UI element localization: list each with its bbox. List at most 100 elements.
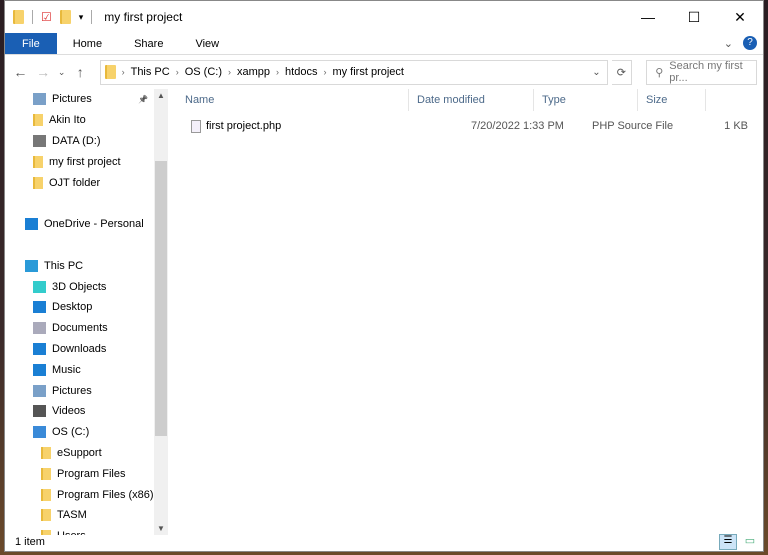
nav-item[interactable]: DATA (D:)	[5, 131, 168, 152]
nav-item[interactable]: Program Files (x86)	[5, 484, 168, 505]
title-bar: ☑ ▾ my first project — ☐ ✕	[5, 1, 763, 33]
nav-item-label: TASM	[57, 509, 87, 522]
nav-item[interactable]: OS (C:)	[5, 422, 168, 443]
address-row: ← → ⌄ ↑ › This PC › OS (C:) › xampp › htdocs…	[5, 55, 763, 89]
3d-objects-icon	[33, 280, 46, 293]
nav-item[interactable]: This PC	[5, 255, 168, 276]
nav-item-label: OneDrive - Personal	[44, 218, 144, 231]
explorer-window: ☑ ▾ my first project — ☐ ✕ File Home Sha…	[4, 0, 764, 552]
folder-icon	[41, 467, 51, 480]
recent-locations-button[interactable]: ⌄	[57, 67, 67, 78]
nav-item-label: Downloads	[52, 342, 107, 355]
back-button[interactable]: ←	[11, 64, 30, 80]
scroll-up-icon[interactable]: ▲	[157, 91, 165, 100]
breadcrumb-xampp[interactable]: xampp	[237, 66, 270, 78]
nav-item[interactable]: OneDrive - Personal	[5, 214, 168, 235]
nav-item[interactable]: my first project	[5, 151, 168, 172]
maximize-button[interactable]: ☐	[671, 1, 717, 33]
divider	[32, 10, 33, 24]
breadcrumb-os-c[interactable]: OS (C:)	[185, 66, 222, 78]
address-bar[interactable]: › This PC › OS (C:) › xampp › htdocs › my fir…	[99, 59, 608, 85]
nav-item-label: 3D Objects	[52, 280, 107, 293]
close-button[interactable]: ✕	[717, 1, 763, 33]
nav-item[interactable]: Videos	[5, 401, 168, 422]
nav-item-label: Music	[52, 363, 81, 376]
nav-item[interactable]: Downloads	[5, 339, 168, 360]
nav-item-label: Pictures	[52, 93, 92, 106]
column-name[interactable]: Name	[177, 89, 409, 111]
nav-item-label: Program Files (x86)	[57, 488, 154, 501]
file-date: 7/20/2022 1:33 PM	[471, 120, 564, 132]
pc-icon	[25, 259, 38, 272]
breadcrumb-this-pc[interactable]: This PC	[131, 66, 170, 78]
nav-item[interactable]: Program Files	[5, 463, 168, 484]
nav-item[interactable]: 3D Objects	[5, 276, 168, 297]
ribbon-tabs: File Home Share View ⌄ ?	[5, 33, 763, 55]
nav-item[interactable]: Pictures	[5, 380, 168, 401]
breadcrumb-current[interactable]: my first project	[332, 66, 404, 78]
divider	[91, 10, 93, 24]
search-placeholder: Search my first pr...	[669, 60, 743, 84]
column-type[interactable]: Type	[534, 89, 638, 111]
details-view-button[interactable]: ☰	[719, 534, 737, 550]
file-size: 1 KB	[724, 120, 748, 132]
nav-item[interactable]: eSupport	[5, 443, 168, 464]
drive-icon	[33, 134, 46, 147]
nav-item-label: my first project	[49, 155, 121, 168]
properties-icon[interactable]: ☑	[41, 10, 52, 24]
minimize-button[interactable]: —	[625, 1, 671, 33]
nav-item[interactable]: TASM	[5, 505, 168, 526]
videos-icon	[33, 405, 46, 418]
column-size[interactable]: Size	[638, 89, 706, 111]
file-row[interactable]: first project.php 7/20/2022 1:33 PM PHP …	[177, 115, 763, 137]
forward-button[interactable]: →	[34, 64, 53, 80]
new-folder-icon[interactable]	[59, 10, 71, 24]
nav-item-label: OJT folder	[49, 176, 101, 189]
search-input[interactable]: ⚲ Search my first pr...	[646, 59, 757, 85]
customize-toolbar-icon[interactable]: ▾	[79, 12, 84, 23]
os-drive-icon	[33, 426, 46, 439]
nav-item-label: Videos	[52, 405, 86, 418]
folder-icon	[41, 509, 51, 522]
address-dropdown-icon[interactable]: ⌄	[592, 67, 600, 78]
navigation-pane: Pictures 📌 Akin Ito DATA (D:) my first proje…	[5, 89, 168, 535]
window-title: my first project	[104, 10, 183, 24]
scroll-down-icon[interactable]: ▼	[157, 524, 165, 533]
nav-item[interactable]: OJT folder	[5, 172, 168, 193]
column-date-modified[interactable]: Date modified	[409, 89, 534, 111]
downloads-icon	[33, 342, 46, 355]
up-button[interactable]: ↑	[71, 64, 90, 80]
help-icon[interactable]: ?	[743, 36, 757, 50]
file-type: PHP Source File	[592, 120, 674, 132]
nav-item[interactable]: Akin Ito	[5, 110, 168, 131]
nav-item[interactable]: Documents	[5, 318, 168, 339]
tab-file[interactable]: File	[5, 33, 57, 54]
refresh-button[interactable]: ⟳	[611, 59, 633, 85]
nav-item-label: Akin Ito	[49, 114, 86, 127]
folder-icon	[41, 488, 51, 501]
file-list: Name Date modified Type Size first proje…	[177, 89, 763, 535]
nav-scrollbar[interactable]: ▲ ▼	[154, 89, 168, 535]
nav-item[interactable]: Pictures 📌	[5, 89, 168, 110]
tab-share[interactable]: Share	[118, 33, 179, 54]
column-headers: Name Date modified Type Size	[177, 89, 763, 111]
file-name: first project.php	[206, 120, 282, 132]
folder-icon	[33, 155, 43, 168]
onedrive-icon	[25, 218, 38, 231]
breadcrumb-htdocs[interactable]: htdocs	[285, 66, 317, 78]
folder-icon	[13, 10, 24, 24]
tab-home[interactable]: Home	[57, 33, 118, 54]
large-icons-view-button[interactable]: ▭	[741, 534, 759, 550]
nav-item[interactable]: Music	[5, 359, 168, 380]
folder-icon	[33, 114, 43, 127]
nav-item-label: DATA (D:)	[52, 134, 101, 147]
search-icon: ⚲	[655, 66, 664, 79]
nav-item-label: This PC	[44, 259, 84, 272]
music-icon	[33, 363, 46, 376]
scroll-thumb[interactable]	[155, 161, 167, 436]
nav-item-label: Desktop	[52, 301, 93, 314]
expand-ribbon-icon[interactable]: ⌄	[724, 37, 733, 50]
nav-item[interactable]: Desktop	[5, 297, 168, 318]
tab-view[interactable]: View	[179, 33, 235, 54]
